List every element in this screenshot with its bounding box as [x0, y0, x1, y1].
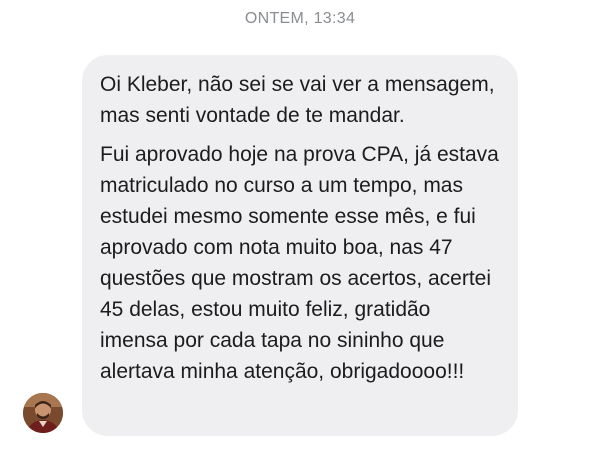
message-paragraph-2: Fui aprovado hoje na prova CPA, já estav…: [100, 143, 499, 383]
profile-photo-icon: [23, 393, 63, 433]
message-timestamp: ONTEM, 13:34: [244, 10, 356, 27]
message-paragraph-1: Oi Kleber, não sei se vai ver a mensagem…: [100, 73, 495, 127]
message-bubble[interactable]: Oi Kleber, não sei se vai ver a mensagem…: [82, 55, 518, 436]
sender-avatar[interactable]: [23, 393, 63, 433]
